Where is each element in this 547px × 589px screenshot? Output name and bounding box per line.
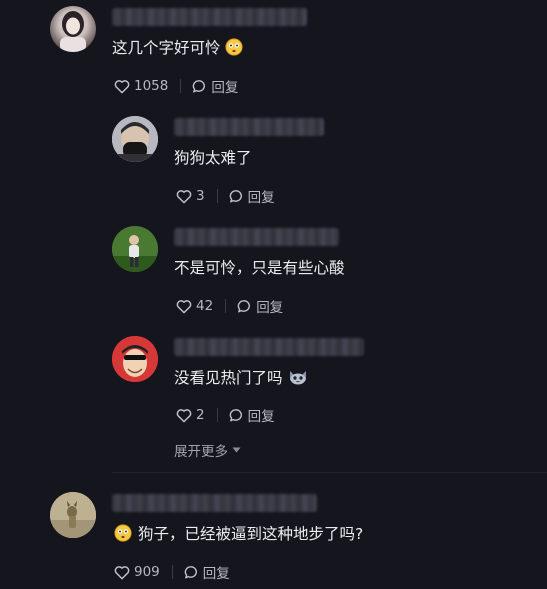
heart-icon	[114, 565, 130, 579]
divider	[225, 299, 227, 313]
username-blurred[interactable]	[174, 228, 339, 246]
reply-button[interactable]: 回复	[184, 562, 230, 582]
chat-bubble-icon	[237, 299, 251, 312]
divider	[180, 79, 182, 93]
like-count: 1058	[134, 78, 169, 94]
comment-text: 没看见热门了吗	[174, 368, 308, 391]
username-blurred[interactable]	[112, 494, 317, 512]
comment-text: 狗子，已经被逼到这种地步了吗?	[114, 524, 363, 547]
reply-label: 回复	[247, 409, 275, 425]
flushed-face-icon	[114, 524, 132, 547]
reply-label: 回复	[247, 190, 275, 206]
heart-icon	[176, 299, 192, 313]
reply-button[interactable]: 回复	[237, 296, 283, 316]
section-divider	[112, 472, 547, 473]
flushed-face-icon	[224, 38, 243, 61]
expand-more-button[interactable]: 展开更多	[174, 440, 241, 460]
chat-bubble-icon	[184, 565, 197, 578]
reply-button[interactable]: 回复	[229, 186, 275, 206]
comment-actions: 909 回复	[114, 562, 230, 582]
like-count: 42	[196, 298, 214, 314]
comment-text: 狗狗太难了	[174, 148, 252, 168]
caret-down-icon	[232, 447, 241, 453]
avatar-image	[112, 116, 158, 162]
comment-text-content: 没看见热门了吗	[174, 369, 283, 387]
divider	[171, 565, 173, 579]
chat-bubble-icon	[229, 408, 242, 421]
avatar-image	[50, 492, 96, 538]
username-blurred[interactable]	[174, 338, 364, 356]
comment-text-content: 狗子，已经被逼到这种地步了吗?	[138, 525, 364, 543]
heart-icon	[176, 189, 192, 203]
divider	[216, 408, 218, 422]
comment-actions: 1058 回复	[114, 76, 238, 96]
avatar-image	[60, 11, 86, 52]
comment-section: 这几个字好可怜 1058 回复 狗狗太难了 3 回复 不是可怜，只是有些心酸 4…	[0, 0, 547, 589]
reply-label: 回复	[211, 80, 239, 96]
heart-icon	[176, 408, 192, 422]
comment-text: 不是可怜，只是有些心酸	[174, 258, 345, 278]
comment-text-content: 不是可怜，只是有些心酸	[174, 259, 345, 277]
comment-text: 这几个字好可怜	[112, 38, 243, 61]
like-count: 3	[196, 188, 205, 204]
username-blurred[interactable]	[174, 118, 324, 136]
divider	[216, 189, 218, 203]
avatar-image	[112, 226, 158, 272]
comment-text-content: 这几个字好可怜	[112, 39, 221, 57]
comment-actions: 2 回复	[176, 405, 275, 425]
avatar[interactable]	[112, 116, 158, 162]
like-button[interactable]: 3	[176, 188, 205, 204]
like-button[interactable]: 1058	[114, 78, 168, 94]
avatar[interactable]	[50, 6, 96, 52]
username-blurred[interactable]	[112, 8, 307, 26]
comment-actions: 42 回复	[176, 296, 283, 316]
comment-text-content: 狗狗太难了	[174, 149, 252, 167]
reply-button[interactable]: 回复	[229, 405, 275, 425]
chat-bubble-icon	[193, 79, 206, 92]
reply-label: 回复	[202, 566, 230, 582]
comment-actions: 3 回复	[176, 186, 275, 206]
chat-bubble-icon	[229, 189, 242, 202]
like-button[interactable]: 42	[176, 298, 213, 314]
like-count: 909	[134, 564, 160, 580]
heart-icon	[114, 79, 130, 93]
avatar[interactable]	[112, 336, 158, 382]
cat-face-icon	[288, 368, 308, 391]
avatar[interactable]	[50, 492, 96, 538]
like-button[interactable]: 2	[176, 407, 205, 423]
avatar[interactable]	[112, 226, 158, 272]
like-button[interactable]: 909	[114, 564, 160, 580]
expand-more-label: 展开更多	[174, 444, 228, 460]
reply-label: 回复	[256, 300, 284, 316]
like-count: 2	[196, 407, 205, 423]
reply-button[interactable]: 回复	[192, 76, 238, 96]
avatar-image	[112, 336, 158, 382]
